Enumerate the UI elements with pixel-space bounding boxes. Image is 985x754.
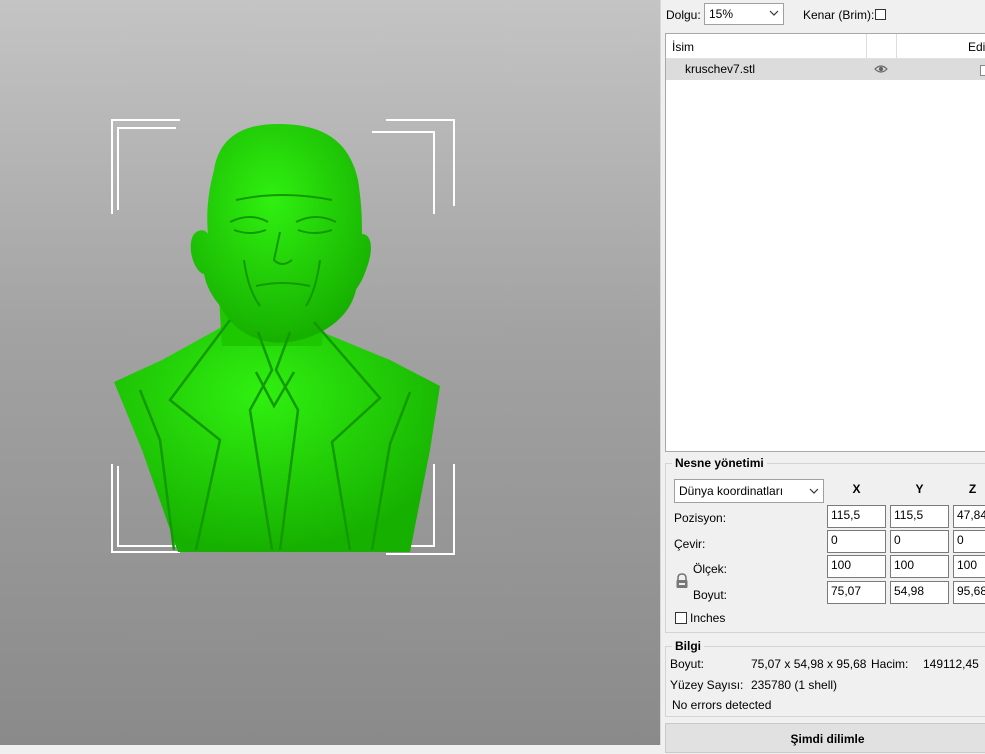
chevron-down-icon	[769, 10, 779, 16]
position-z-input[interactable]: 47,84	[953, 505, 985, 528]
lock-icon[interactable]	[675, 573, 689, 589]
infill-value: 15%	[709, 7, 734, 21]
info-errors: No errors detected	[672, 698, 772, 712]
scale-x-input[interactable]: 100	[827, 555, 886, 578]
axis-z-header: Z	[968, 482, 977, 496]
bust-model[interactable]	[100, 110, 450, 560]
object-name: kruschev7.stl	[685, 62, 756, 76]
infill-select[interactable]: 15%	[704, 3, 784, 25]
chevron-down-icon	[809, 488, 819, 494]
info-title: Bilgi	[675, 639, 701, 653]
list-item[interactable]: kruschev7.stl	[666, 59, 985, 80]
object-list[interactable]: İsim Edi kruschev7.stl	[665, 33, 985, 452]
axis-x-header: X	[852, 482, 861, 496]
object-list-header: İsim Edi	[666, 34, 985, 59]
info-size-value: 75,07 x 54,98 x 95,68	[751, 657, 867, 671]
size-y-input[interactable]: 54,98	[890, 581, 949, 604]
rotate-z-input[interactable]: 0	[953, 530, 985, 553]
coord-system-select[interactable]: Dünya koordinatları	[674, 479, 824, 503]
info-volume-label: Hacim:	[871, 657, 909, 671]
rotate-label: Çevir:	[674, 537, 706, 551]
column-editing[interactable]: Edi	[968, 40, 985, 54]
info-volume-value: 149112,45	[923, 657, 979, 671]
scale-z-input[interactable]: 100	[953, 555, 985, 578]
eye-icon[interactable]	[874, 63, 888, 75]
brim-checkbox[interactable]	[875, 9, 886, 20]
editing-checkbox[interactable]	[980, 65, 985, 76]
3d-viewport[interactable]	[0, 0, 660, 745]
info-facets-value: 235780 (1 shell)	[751, 678, 838, 692]
brim-label: Kenar (Brim):	[803, 8, 875, 22]
column-name[interactable]: İsim	[672, 40, 694, 54]
object-manipulation-title: Nesne yönetimi	[675, 456, 764, 470]
coord-system-value: Dünya koordinatları	[679, 484, 784, 498]
infill-label: Dolgu:	[666, 8, 701, 22]
scale-label: Ölçek:	[693, 562, 728, 576]
info-facets-label: Yüzey Sayısı:	[670, 678, 744, 692]
slice-now-button[interactable]: Şimdi dilimle	[665, 723, 985, 753]
column-divider	[896, 34, 897, 58]
size-label: Boyut:	[693, 588, 728, 602]
settings-panel: Dolgu: 15% Kenar (Brim): İsim Edi krusch…	[660, 0, 985, 753]
info-size-label: Boyut:	[670, 657, 705, 671]
position-y-input[interactable]: 115,5	[890, 505, 949, 528]
column-divider	[866, 34, 867, 58]
size-x-input[interactable]: 75,07	[827, 581, 886, 604]
rotate-x-input[interactable]: 0	[827, 530, 886, 553]
rotate-y-input[interactable]: 0	[890, 530, 949, 553]
position-label: Pozisyon:	[674, 511, 727, 525]
inches-checkbox[interactable]	[675, 612, 687, 624]
position-x-input[interactable]: 115,5	[827, 505, 886, 528]
axis-y-header: Y	[915, 482, 924, 496]
size-z-input[interactable]: 95,68	[953, 581, 985, 604]
inches-label: Inches	[690, 611, 726, 625]
scale-y-input[interactable]: 100	[890, 555, 949, 578]
